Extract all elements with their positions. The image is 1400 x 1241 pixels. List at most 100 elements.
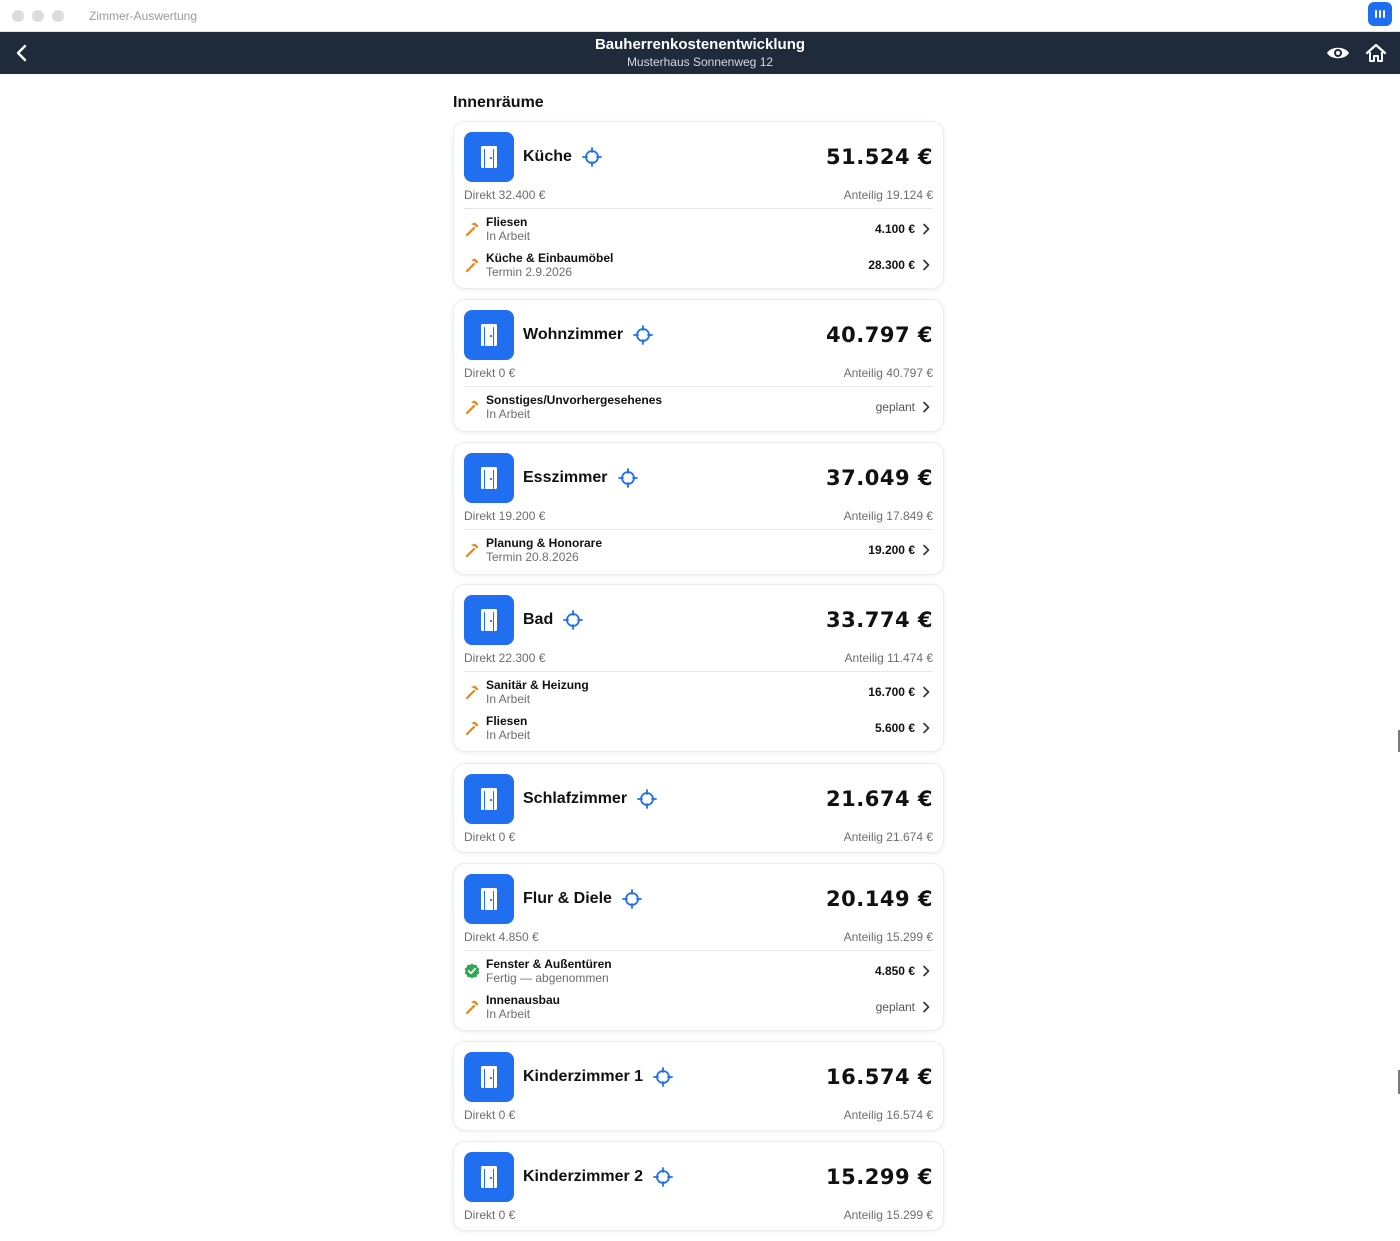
proportional-cost: Anteilig 21.674 € bbox=[843, 830, 933, 844]
divider bbox=[464, 208, 933, 209]
room-name: Küche bbox=[523, 148, 572, 165]
door-icon bbox=[464, 595, 514, 645]
room-name: Wohnzimmer bbox=[523, 326, 624, 343]
room-card[interactable]: Kinderzimmer 1 16.574 € Direkt 0 € Anteilig… bbox=[453, 1041, 944, 1131]
room-card-header: Schlafzimmer 21.674 € bbox=[464, 774, 933, 824]
trade-status: Fertig — abgenommen bbox=[486, 971, 609, 985]
direct-cost: Direkt 19.200 € bbox=[464, 509, 546, 523]
room-list: Innenräume Küche 51.524 € Direkt 32.400 € A… bbox=[453, 74, 944, 1231]
direct-cost: Direkt 4.850 € bbox=[464, 930, 539, 944]
direct-cost: Direkt 0 € bbox=[464, 1208, 516, 1222]
locate-target-icon[interactable] bbox=[622, 889, 642, 909]
proportional-cost: Anteilig 17.849 € bbox=[843, 509, 933, 523]
trade-amount: 19.200 € bbox=[868, 543, 915, 557]
eye-icon[interactable] bbox=[1326, 41, 1350, 65]
trade-row[interactable]: Sanitär & Heizung In Arbeit 16.700 € bbox=[464, 676, 933, 708]
direct-cost: Direkt 0 € bbox=[464, 830, 516, 844]
trade-row[interactable]: Fenster & Außentüren Fertig — abgenommen 4… bbox=[464, 955, 933, 987]
window-controls bbox=[12, 9, 64, 22]
room-card[interactable]: Flur & Diele 20.149 € Direkt 4.850 € Anteil… bbox=[453, 863, 944, 1031]
room-card-header: Bad 33.774 € bbox=[464, 595, 933, 645]
section-title: Innenräume bbox=[453, 94, 544, 111]
door-icon bbox=[464, 1052, 514, 1102]
trade-info: Fliesen In Arbeit bbox=[486, 714, 530, 743]
room-card[interactable]: Schlafzimmer 21.674 € Direkt 0 € Anteilig 2… bbox=[453, 763, 944, 853]
locate-target-icon[interactable] bbox=[653, 1167, 673, 1187]
room-card-header: Kinderzimmer 1 16.574 € bbox=[464, 1052, 933, 1102]
hammer-icon bbox=[464, 999, 480, 1015]
back-button[interactable] bbox=[10, 41, 32, 65]
trade-amount: 16.700 € bbox=[868, 685, 915, 699]
trade-status: In Arbeit bbox=[486, 407, 531, 421]
app-window: Zimmer-Auswertung Bauherrenkostenentwick… bbox=[0, 0, 1400, 1241]
trade-name: Fliesen bbox=[486, 214, 528, 229]
trade-row[interactable]: Küche & Einbaumöbel Termin 2.9.2026 28.300… bbox=[464, 249, 933, 281]
room-cost-split: Direkt 0 € Anteilig 21.674 € bbox=[464, 830, 933, 846]
room-total: 20.149 € bbox=[826, 887, 933, 911]
close-window-button[interactable] bbox=[12, 9, 24, 22]
proportional-cost: Anteilig 15.299 € bbox=[843, 1208, 933, 1222]
hammer-icon bbox=[464, 221, 480, 237]
title-bar: Zimmer-Auswertung bbox=[0, 0, 1400, 32]
trade-name: Planung & Honorare bbox=[486, 535, 603, 550]
trade-amount: 4.100 € bbox=[874, 222, 915, 236]
divider bbox=[464, 386, 933, 387]
trade-row[interactable]: Fliesen In Arbeit 4.100 € bbox=[464, 213, 933, 245]
room-card[interactable]: Esszimmer 37.049 € Direkt 19.200 € Anteilig… bbox=[453, 442, 944, 575]
door-icon bbox=[464, 453, 514, 503]
app-badge-icon[interactable] bbox=[1368, 2, 1392, 26]
room-card[interactable]: Bad 33.774 € Direkt 22.300 € Anteilig 11.47… bbox=[453, 584, 944, 752]
room-name: Kinderzimmer 1 bbox=[523, 1068, 644, 1085]
direct-cost: Direkt 0 € bbox=[464, 1108, 516, 1122]
locate-target-icon[interactable] bbox=[617, 468, 638, 488]
trade-amount: 4.850 € bbox=[874, 964, 915, 978]
nav-heading: Bauherrenkostenentwicklung Musterhaus So… bbox=[595, 36, 805, 69]
chevron-right-icon bbox=[919, 685, 933, 699]
proportional-cost: Anteilig 11.474 € bbox=[844, 651, 933, 665]
room-card-header: Esszimmer 37.049 € bbox=[464, 453, 933, 503]
room-cost-split: Direkt 0 € Anteilig 16.574 € bbox=[464, 1108, 933, 1124]
trade-name: Fenster & Außentüren bbox=[486, 956, 612, 971]
locate-target-icon[interactable] bbox=[637, 789, 657, 809]
trade-status: Termin 20.8.2026 bbox=[486, 550, 579, 564]
direct-cost: Direkt 22.300 € bbox=[464, 651, 546, 665]
locate-target-icon[interactable] bbox=[563, 610, 584, 630]
room-total: 21.674 € bbox=[826, 787, 933, 811]
trade-row[interactable]: Sonstiges/Unvorhergesehenes In Arbeit gepl… bbox=[464, 391, 933, 423]
trade-status: In Arbeit bbox=[486, 692, 531, 706]
divider bbox=[464, 671, 933, 672]
door-icon bbox=[464, 310, 514, 360]
room-cost-split: Direkt 19.200 € Anteilig 17.849 € bbox=[464, 509, 933, 525]
divider bbox=[464, 529, 933, 530]
room-name: Bad bbox=[523, 611, 554, 628]
minimize-window-button[interactable] bbox=[32, 9, 44, 22]
room-cost-split: Direkt 22.300 € Anteilig 11.474 € bbox=[464, 651, 933, 667]
room-card[interactable]: Kinderzimmer 2 15.299 € Direkt 0 € Anteilig… bbox=[453, 1141, 944, 1231]
trade-status: In Arbeit bbox=[486, 229, 531, 243]
locate-target-icon[interactable] bbox=[653, 1067, 673, 1087]
divider bbox=[464, 950, 933, 951]
trade-name: Küche & Einbaumöbel bbox=[486, 250, 614, 265]
trade-info: Fenster & Außentüren Fertig — abgenommen bbox=[486, 957, 612, 986]
zoom-window-button[interactable] bbox=[52, 9, 64, 22]
trade-amount: geplant bbox=[875, 400, 915, 414]
door-icon bbox=[464, 874, 514, 924]
trade-name: Fliesen bbox=[486, 713, 528, 728]
room-cost-split: Direkt 0 € Anteilig 15.299 € bbox=[464, 1208, 933, 1224]
proportional-cost: Anteilig 15.299 € bbox=[843, 930, 933, 944]
trade-row[interactable]: Planung & Honorare Termin 20.8.2026 19.200… bbox=[464, 534, 933, 566]
room-name: Kinderzimmer 2 bbox=[523, 1168, 644, 1185]
direct-cost: Direkt 0 € bbox=[464, 366, 516, 380]
room-card[interactable]: Wohnzimmer 40.797 € Direkt 0 € Anteilig 40.… bbox=[453, 299, 944, 432]
room-card-header: Küche 51.524 € bbox=[464, 132, 933, 182]
room-cost-split: Direkt 0 € Anteilig 40.797 € bbox=[464, 366, 933, 382]
home-icon[interactable] bbox=[1364, 41, 1388, 65]
trade-row[interactable]: Innenausbau In Arbeit geplant bbox=[464, 991, 933, 1023]
locate-target-icon[interactable] bbox=[582, 147, 602, 167]
direct-cost: Direkt 32.400 € bbox=[464, 188, 546, 202]
trade-info: Innenausbau In Arbeit bbox=[486, 993, 560, 1022]
locate-target-icon[interactable] bbox=[633, 325, 654, 345]
trade-row[interactable]: Fliesen In Arbeit 5.600 € bbox=[464, 712, 933, 744]
room-cost-split: Direkt 32.400 € Anteilig 19.124 € bbox=[464, 188, 933, 204]
room-card[interactable]: Küche 51.524 € Direkt 32.400 € Anteilig 19.… bbox=[453, 121, 944, 289]
